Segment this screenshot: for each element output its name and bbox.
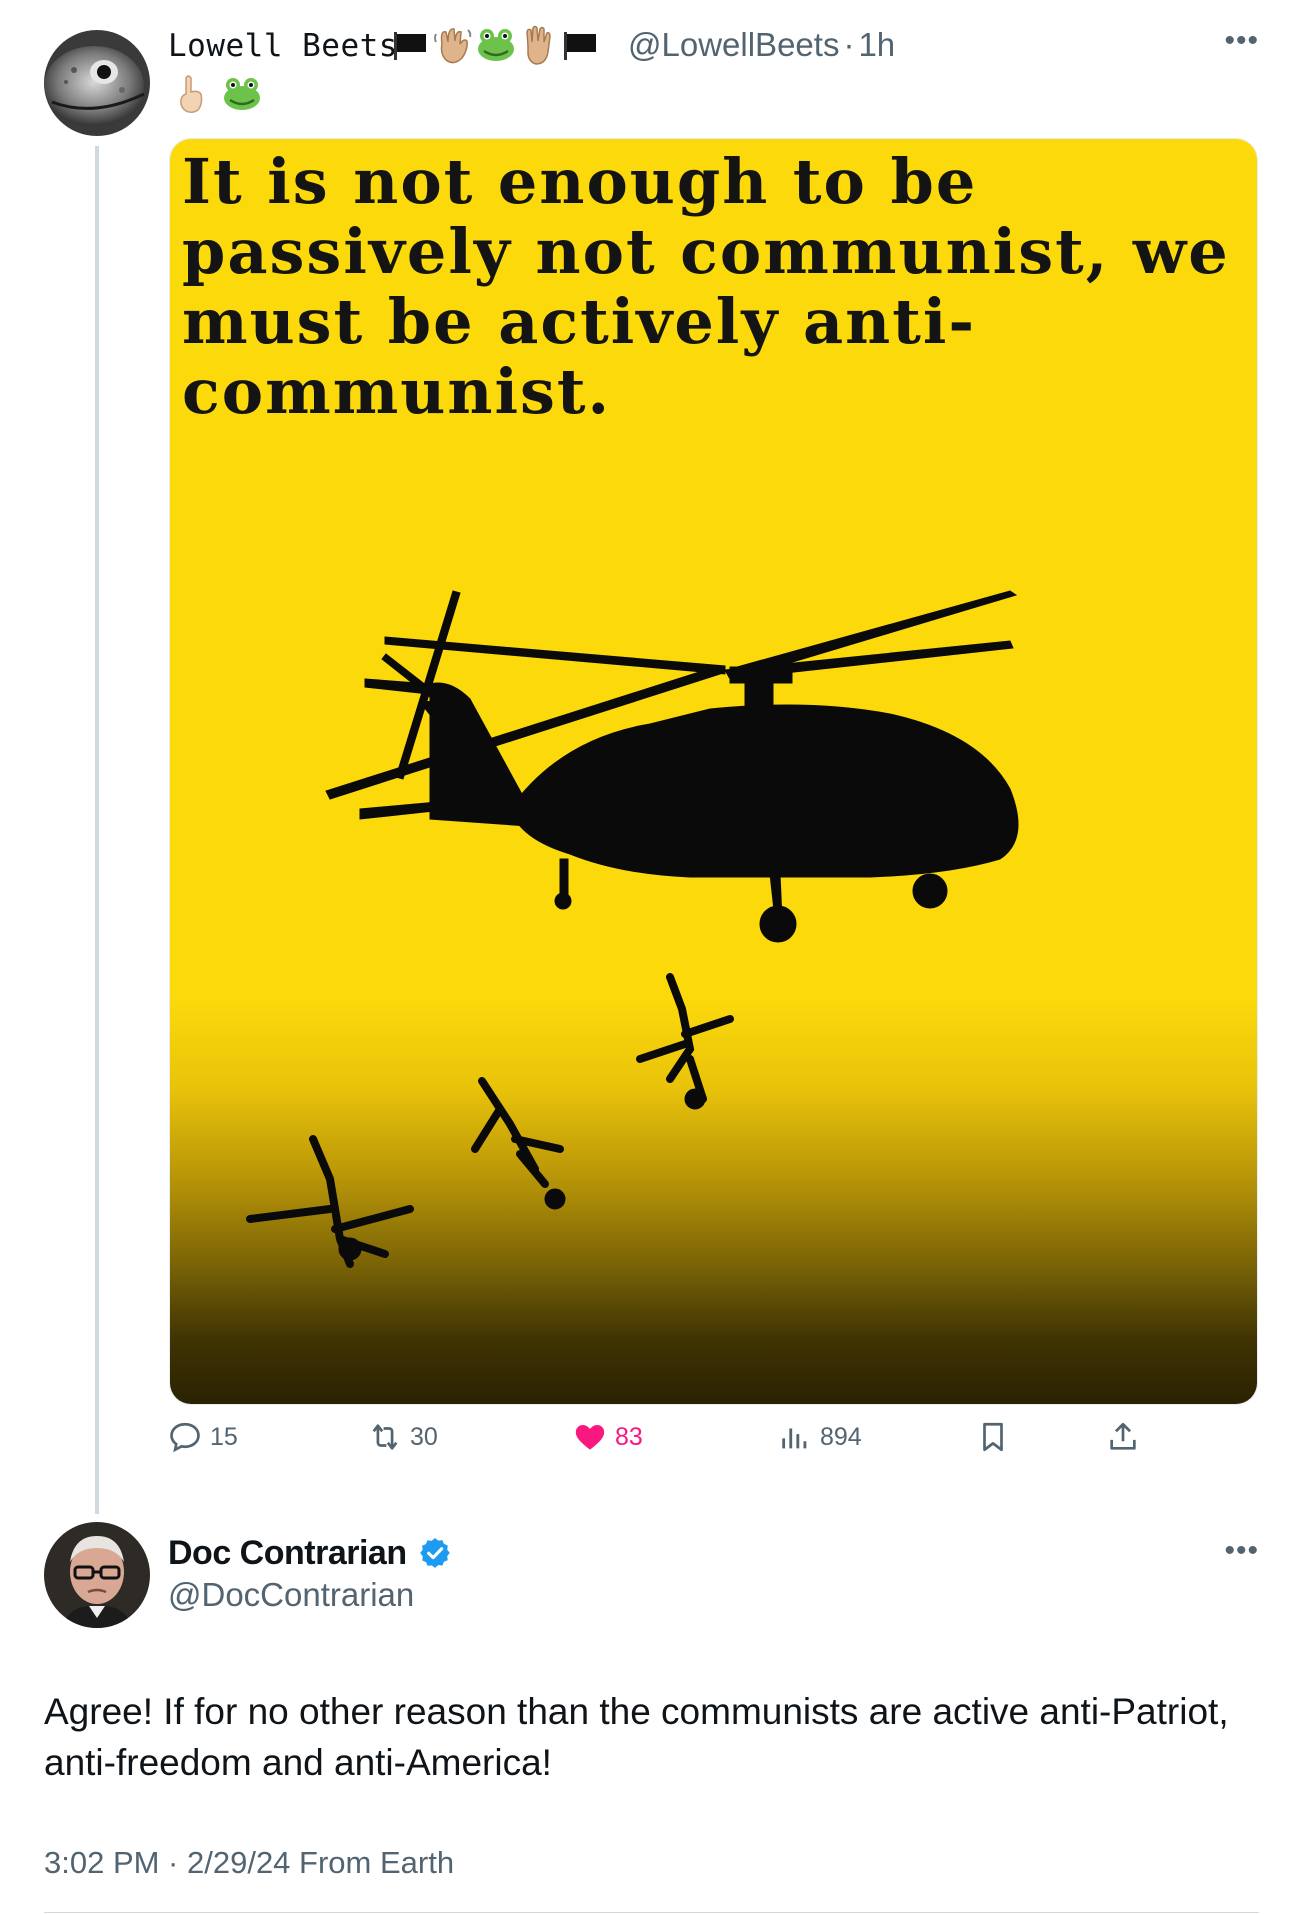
frog-icon	[224, 78, 260, 110]
lowell-beets-avatar[interactable]	[44, 30, 150, 136]
doc-contrarian-avatar[interactable]	[44, 1522, 150, 1628]
views-chart-icon	[782, 1428, 807, 1449]
retweet-button[interactable]: 30	[368, 1420, 438, 1454]
verified-badge-icon[interactable]	[418, 1536, 452, 1570]
bookmark-icon	[983, 1422, 1003, 1452]
bookmark-button[interactable]	[976, 1420, 1010, 1454]
views-button[interactable]: 894	[778, 1420, 862, 1454]
reply-icon	[170, 1422, 200, 1453]
more-options-icon[interactable]: •••	[1224, 1534, 1259, 1568]
black-flag-icon	[394, 32, 426, 60]
share-icon	[1110, 1422, 1136, 1450]
raised-hand-icon	[526, 25, 551, 65]
thread-connector-line	[95, 146, 99, 1514]
author-display-name[interactable]: Lowell Beets	[168, 28, 398, 64]
author-handle[interactable]: @LowellBeets	[628, 26, 839, 63]
retweet-count: 30	[410, 1422, 438, 1451]
reply-button[interactable]: 15	[168, 1420, 238, 1454]
frog-icon	[478, 29, 514, 61]
tweet-action-bar: 15 30 83 894	[168, 1420, 1168, 1466]
reply-author-handle[interactable]: @DocContrarian	[168, 1576, 414, 1614]
reply-timestamp-source[interactable]: 3:02 PM · 2/29/24 From Earth	[44, 1845, 454, 1881]
divider	[44, 1912, 1259, 1913]
like-button[interactable]: 83	[573, 1420, 643, 1454]
reply-author-display-name[interactable]: Doc Contrarian	[168, 1534, 407, 1573]
views-count: 894	[820, 1422, 862, 1451]
post-time[interactable]: 1h	[858, 26, 895, 63]
heart-filled-icon	[575, 1424, 605, 1450]
black-flag-icon	[564, 32, 596, 60]
tweet-media-image[interactable]: It is not enough to be passively not com…	[169, 138, 1258, 1405]
more-options-icon[interactable]: •••	[1224, 24, 1259, 58]
tweet-body-emojis	[174, 74, 262, 114]
like-count: 83	[615, 1422, 643, 1451]
author-name-emojis	[392, 24, 598, 66]
author-handle-time[interactable]: @LowellBeets · 1h	[628, 26, 895, 64]
time-separator: ·	[843, 26, 855, 63]
share-button[interactable]	[1106, 1420, 1140, 1454]
waving-hand-icon	[434, 28, 472, 64]
reply-count: 15	[210, 1422, 238, 1451]
helicopter-silhouette	[246, 590, 1019, 1268]
retweet-icon	[372, 1424, 398, 1450]
pointing-up-icon	[180, 75, 203, 114]
reply-tweet-text: Agree! If for no other reason than the c…	[44, 1691, 1229, 1783]
